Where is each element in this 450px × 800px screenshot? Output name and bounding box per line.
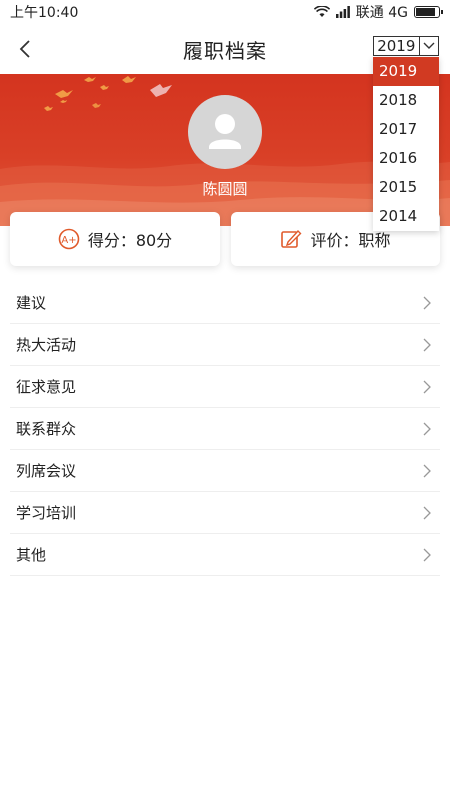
status-icons: 联通 4G <box>313 2 443 22</box>
menu-item-label: 热大活动 <box>16 336 77 354</box>
menu-item-label: 学习培训 <box>16 504 77 522</box>
year-option-2018[interactable]: 2018 <box>373 86 439 115</box>
signal-icon <box>335 6 350 18</box>
menu-item-opinions[interactable]: 征求意见 <box>10 366 440 408</box>
menu-item-label: 列席会议 <box>16 462 77 480</box>
menu-item-meetings[interactable]: 列席会议 <box>10 450 440 492</box>
year-option-2014[interactable]: 2014 <box>373 202 439 231</box>
menu-item-suggestion[interactable]: 建议 <box>10 282 440 324</box>
back-button[interactable] <box>10 34 40 64</box>
menu-item-contact-public[interactable]: 联系群众 <box>10 408 440 450</box>
status-bar: 上午10:40 联通 4G <box>0 0 450 24</box>
dove-icon <box>92 103 101 108</box>
edit-icon <box>280 228 302 250</box>
year-option-2015[interactable]: 2015 <box>373 173 439 202</box>
carrier-label: 联通 4G <box>355 5 408 21</box>
menu-item-label: 联系群众 <box>16 420 77 438</box>
chevron-right-icon <box>420 422 434 436</box>
chevron-right-icon <box>420 548 434 562</box>
status-time: 上午10:40 <box>10 5 79 21</box>
menu-item-label: 征求意见 <box>16 378 77 396</box>
chevron-right-icon <box>420 380 434 394</box>
svg-text:A+: A+ <box>61 235 76 246</box>
chevron-right-icon <box>420 464 434 478</box>
wifi-icon <box>313 6 330 17</box>
chevron-down-icon <box>418 37 438 55</box>
year-option-2016[interactable]: 2016 <box>373 144 439 173</box>
menu-item-activities[interactable]: 热大活动 <box>10 324 440 366</box>
chevron-right-icon <box>420 506 434 520</box>
year-option-2019[interactable]: 2019 <box>373 57 439 86</box>
menu-item-label: 其他 <box>16 546 47 564</box>
record-menu: 建议 热大活动 征求意见 联系群众 列席会议 学习培训 其他 <box>10 282 440 576</box>
menu-item-label: 建议 <box>16 294 47 312</box>
year-select[interactable]: 2019 <box>373 36 439 56</box>
user-placeholder-icon <box>209 114 241 149</box>
score-card[interactable]: A+ 得分：80分 <box>10 212 220 266</box>
page-title: 履职档案 <box>183 38 267 63</box>
chevron-left-icon <box>19 40 30 58</box>
chevron-right-icon <box>420 296 434 310</box>
a-plus-badge-icon: A+ <box>58 228 80 250</box>
year-select-value: 2019 <box>377 37 416 55</box>
menu-item-other[interactable]: 其他 <box>10 534 440 576</box>
year-dropdown: 2019 2018 2017 2016 2015 2014 <box>373 57 439 231</box>
year-option-2017[interactable]: 2017 <box>373 115 439 144</box>
chevron-right-icon <box>420 338 434 352</box>
dove-icon <box>150 84 172 97</box>
menu-item-training[interactable]: 学习培训 <box>10 492 440 534</box>
battery-icon <box>414 6 443 18</box>
avatar[interactable] <box>188 95 262 169</box>
dove-icon <box>44 76 136 111</box>
score-label: 得分：80分 <box>87 231 173 250</box>
